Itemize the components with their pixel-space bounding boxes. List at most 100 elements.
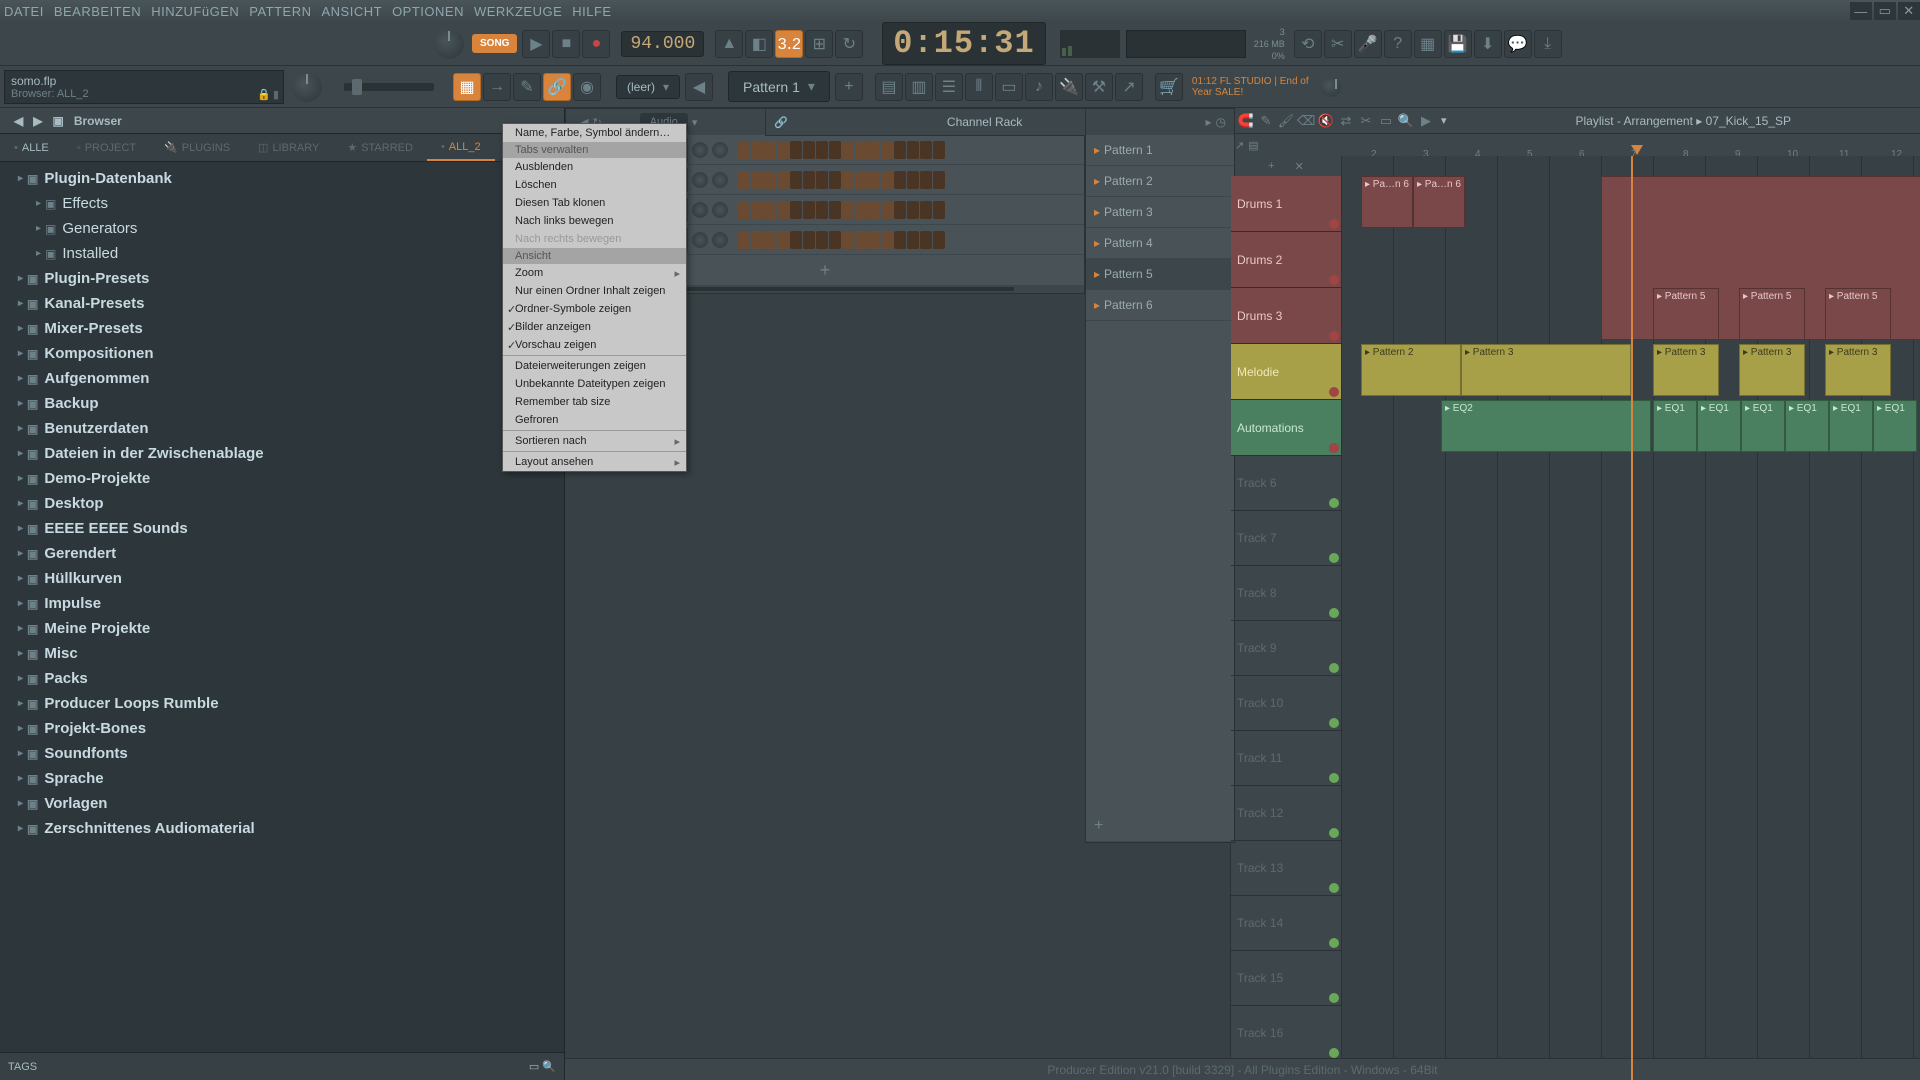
tree-item[interactable]: ▸▣EEEE EEEE Sounds: [0, 516, 564, 541]
track-mute-button[interactable]: [1329, 993, 1339, 1003]
playlist-clip[interactable]: ▸ EQ1: [1653, 400, 1697, 452]
step-cell[interactable]: [894, 231, 906, 249]
vol-knob[interactable]: [712, 172, 728, 188]
track-header[interactable]: Drums 1: [1231, 176, 1341, 232]
pl-pencil-icon[interactable]: ✎: [1257, 113, 1275, 129]
pattern-item[interactable]: ▸Pattern 2: [1086, 166, 1234, 197]
playlist-clip[interactable]: ▸ Pattern 3: [1461, 344, 1631, 396]
step-cell[interactable]: [842, 171, 854, 189]
track-mute-button[interactable]: [1329, 718, 1339, 728]
track-mute-button[interactable]: [1329, 219, 1339, 229]
step-cell[interactable]: [816, 171, 828, 189]
tree-item[interactable]: ▸▣Projekt-Bones: [0, 716, 564, 741]
step-cell[interactable]: [790, 231, 802, 249]
edit-button[interactable]: ✎: [513, 73, 541, 101]
dropdown-icon[interactable]: ▾: [692, 116, 698, 129]
track-header[interactable]: Drums 3: [1231, 288, 1341, 344]
menu-bearbeiten[interactable]: BEARBEITEN: [54, 4, 141, 19]
tree-item[interactable]: ▸▣Dateien in der Zwischenablage: [0, 441, 564, 466]
cr-link-icon[interactable]: 🔗: [774, 116, 788, 129]
step-cell[interactable]: [790, 201, 802, 219]
step-cell[interactable]: [920, 231, 932, 249]
add-pattern-button[interactable]: +: [835, 73, 863, 101]
tempo-tap-button[interactable]: ♪: [1025, 73, 1053, 101]
tree-item[interactable]: ▸▣Aufgenommen: [0, 366, 564, 391]
step-cell[interactable]: [829, 231, 841, 249]
tree-item[interactable]: ▸▣Zerschnittenes Audiomaterial: [0, 816, 564, 841]
news-panel[interactable]: 01:12 FL STUDIO | End of Year SALE!: [1184, 76, 1317, 98]
step-cell[interactable]: [920, 171, 932, 189]
context-menu-item[interactable]: Sortieren nach: [503, 432, 686, 450]
browser-button[interactable]: ▭: [995, 73, 1023, 101]
tab-starred[interactable]: ★STARRED: [333, 134, 427, 161]
tab-plugins[interactable]: 🔌PLUGINS: [150, 134, 244, 161]
track-header[interactable]: Track 11: [1231, 731, 1341, 786]
download-button[interactable]: ⤓: [1534, 30, 1562, 58]
tree-item[interactable]: ▸▣Demo-Projekte: [0, 466, 564, 491]
channel-rack-button[interactable]: ☰: [935, 73, 963, 101]
search-icon[interactable]: 🔍: [542, 1061, 556, 1073]
step-cell[interactable]: [855, 201, 867, 219]
step-cell[interactable]: [894, 201, 906, 219]
pan-knob[interactable]: [692, 202, 708, 218]
step-cell[interactable]: [816, 141, 828, 159]
track-mute-button[interactable]: [1329, 773, 1339, 783]
plugin-button[interactable]: 🔌: [1055, 73, 1083, 101]
track-mute-button[interactable]: [1329, 828, 1339, 838]
playhead[interactable]: [1631, 156, 1633, 1080]
step-cell[interactable]: [764, 201, 776, 219]
tab-all2[interactable]: •ALL_2: [427, 134, 495, 161]
tree-item[interactable]: ▸▣Plugin-Datenbank: [0, 166, 564, 191]
tree-item[interactable]: ▸▣Misc: [0, 641, 564, 666]
tree-item[interactable]: ▸▣Backup: [0, 391, 564, 416]
pl-erase-icon[interactable]: ⌫: [1297, 113, 1315, 129]
step-cell[interactable]: [855, 141, 867, 159]
vol-knob[interactable]: [712, 232, 728, 248]
menu-werkzeuge[interactable]: WERKZEUGE: [474, 4, 562, 19]
pan-knob[interactable]: [692, 232, 708, 248]
song-mode-button[interactable]: SONG: [472, 34, 517, 53]
playlist-clip[interactable]: ▸ Pattern 5: [1653, 288, 1719, 340]
playlist-grid[interactable]: ▸ Pa…n 6▸ Pa…n 6▸ Pattern 5▸ Pattern 5▸ …: [1341, 156, 1920, 1080]
track-mute-button[interactable]: [1329, 663, 1339, 673]
track-header[interactable]: Automations: [1231, 400, 1341, 456]
tree-item[interactable]: ▸▣Meine Projekte: [0, 616, 564, 641]
forward-icon[interactable]: ▶: [33, 114, 42, 128]
context-menu-item[interactable]: Name, Farbe, Symbol ändern…: [503, 124, 686, 142]
step-cell[interactable]: [816, 231, 828, 249]
track-header[interactable]: Track 9: [1231, 621, 1341, 676]
close-tracks-icon[interactable]: ✕: [1295, 160, 1304, 173]
step-cell[interactable]: [907, 141, 919, 159]
step-cell[interactable]: [881, 171, 893, 189]
step-cell[interactable]: [751, 201, 763, 219]
step-cell[interactable]: [894, 141, 906, 159]
tempo-display[interactable]: 94.000: [621, 31, 704, 57]
pl-slip-icon[interactable]: ⇄: [1337, 113, 1355, 129]
prev-pattern-button[interactable]: ◀: [685, 73, 713, 101]
countdown-button[interactable]: 3․2: [775, 30, 803, 58]
track-header[interactable]: Track 6: [1231, 456, 1341, 511]
back-icon[interactable]: ◀: [14, 114, 23, 128]
mic-button[interactable]: 🎤: [1354, 30, 1382, 58]
snap-button[interactable]: ▦: [453, 73, 481, 101]
track-mute-button[interactable]: [1329, 608, 1339, 618]
pattern-item[interactable]: ▸Pattern 5: [1086, 259, 1234, 290]
context-menu-item[interactable]: Unbekannte Dateitypen zeigen: [503, 375, 686, 393]
comments-button[interactable]: 💬: [1504, 30, 1532, 58]
context-menu-item[interactable]: Nach links bewegen: [503, 212, 686, 230]
minimize-button[interactable]: —: [1850, 2, 1872, 20]
playlist-clip[interactable]: ▸ Pattern 3: [1653, 344, 1719, 396]
maximize-button[interactable]: ▭: [1874, 2, 1896, 20]
pattern-item[interactable]: ▸Pattern 3: [1086, 197, 1234, 228]
channel-scrollbar[interactable]: [636, 287, 1014, 291]
step-cell[interactable]: [881, 231, 893, 249]
tree-item[interactable]: ▸▣Benutzerdaten: [0, 416, 564, 441]
step-cell[interactable]: [907, 231, 919, 249]
context-menu-item[interactable]: Remember tab size: [503, 393, 686, 411]
step-cell[interactable]: [777, 171, 789, 189]
tree-item[interactable]: ▸▣Installed: [0, 241, 564, 266]
tree-item[interactable]: ▸▣Desktop: [0, 491, 564, 516]
mixer-button[interactable]: ⫴: [965, 73, 993, 101]
save-button[interactable]: 💾: [1444, 30, 1472, 58]
tree-item[interactable]: ▸▣Impulse: [0, 591, 564, 616]
